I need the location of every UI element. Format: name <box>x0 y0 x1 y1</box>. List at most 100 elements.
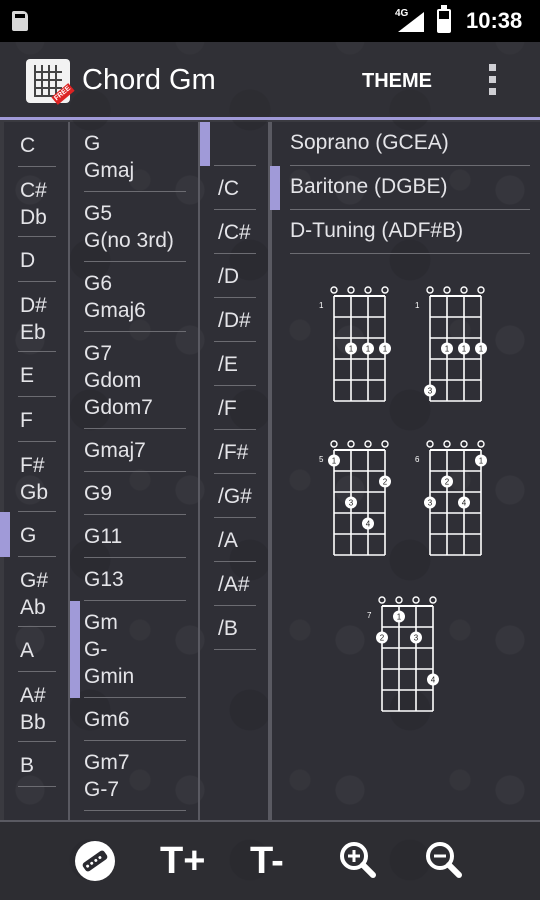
root-note-item[interactable]: C <box>4 122 68 167</box>
root-note-list[interactable]: C C# Db D D# Eb E F F# Gb G G# Ab A A# Bb B <box>0 122 70 820</box>
chord-type-item[interactable]: Gm7 G-7 <box>70 741 198 811</box>
root-note-item[interactable]: F <box>4 397 68 442</box>
finger-number: 4 <box>462 499 467 508</box>
root-note-item[interactable]: D# Eb <box>4 282 68 352</box>
bass-note-label: /E <box>218 352 238 376</box>
root-note-item[interactable]: B <box>4 742 68 787</box>
finger-number: 3 <box>428 499 433 508</box>
selection-indicator <box>200 122 210 166</box>
tuning-item[interactable]: Soprano (GCEA) <box>272 122 540 166</box>
bass-note-item[interactable]: /A# <box>200 562 268 606</box>
bass-note-item[interactable]: /A <box>200 518 268 562</box>
finger-dot: 1 <box>475 454 487 467</box>
tuning-item[interactable]: D-Tuning (ADF#B) <box>272 210 540 254</box>
status-bar: 4G 10:38 <box>0 0 540 42</box>
chord-type-item[interactable]: Gm6 <box>70 698 198 741</box>
chord-type-item[interactable]: Gm G- Gmin <box>70 601 198 698</box>
fret-number: 6 <box>415 455 420 464</box>
root-note-item[interactable]: D <box>4 237 68 282</box>
zoom-in-icon <box>340 842 376 878</box>
selection-indicator <box>270 166 280 210</box>
bass-note-item[interactable] <box>200 122 268 166</box>
bass-note-item[interactable]: /B <box>200 606 268 650</box>
finger-dot: 3 <box>424 384 436 397</box>
root-note-label: D# Eb <box>20 294 47 344</box>
chord-type-item[interactable]: G11 <box>70 515 198 558</box>
status-time: 10:38 <box>466 8 523 33</box>
bass-note-item[interactable]: /F <box>200 386 268 430</box>
root-note-label: D <box>20 249 36 272</box>
bass-note-label: /A <box>218 528 238 552</box>
finger-dot: 2 <box>376 631 388 644</box>
root-note-item[interactable]: A <box>4 627 68 672</box>
chord-type-label: G11 <box>84 525 123 548</box>
selection-indicator <box>70 601 80 698</box>
text-size-increase-button[interactable]: T+ <box>160 838 210 884</box>
finger-dot: 2 <box>379 475 391 488</box>
tuning-item[interactable]: Baritone (DGBE) <box>272 166 540 210</box>
finger-dot: 1 <box>458 342 470 355</box>
root-note-item[interactable]: A# Bb <box>4 672 68 742</box>
finger-dot: 3 <box>424 496 436 509</box>
bottom-toolbar: T+ T- <box>0 820 540 900</box>
root-note-item[interactable]: C# Db <box>4 167 68 237</box>
zoom-out-button[interactable] <box>424 838 464 884</box>
chord-diagram: 7 1 2 3 4 <box>364 594 444 712</box>
finger-number: 1 <box>383 345 388 354</box>
bass-note-item[interactable]: /D# <box>200 298 268 342</box>
app-bar: FREE Chord Gm THEME <box>0 42 540 120</box>
chord-type-label: Gmaj7 <box>84 439 146 462</box>
theme-button[interactable]: THEME <box>362 70 432 93</box>
divider <box>84 810 186 811</box>
chord-type-item[interactable]: G13 <box>70 558 198 601</box>
chord-type-label: Gm7 G-7 <box>84 751 130 801</box>
fret-number: 7 <box>367 611 372 620</box>
bass-note-item[interactable]: /F# <box>200 430 268 474</box>
root-note-item[interactable]: F# Gb <box>4 442 68 512</box>
chord-type-item[interactable]: G7 Gdom Gdom7 <box>70 332 198 429</box>
finger-dot: 1 <box>393 610 405 623</box>
root-note-label: F <box>20 409 33 432</box>
root-note-item[interactable]: G# Ab <box>4 557 68 627</box>
finger-dot: 1 <box>345 342 357 355</box>
chord-type-label: G13 <box>84 568 124 591</box>
bass-note-item[interactable]: /D <box>200 254 268 298</box>
chord-diagram: 1 1 1 1 3 <box>412 284 492 402</box>
finger-number: 1 <box>445 345 450 354</box>
zoom-in-button[interactable] <box>338 838 378 884</box>
root-note-label: E <box>20 364 35 387</box>
chord-type-item[interactable]: Gmaj7 <box>70 429 198 472</box>
fretboard: 1 1 1 1 3 <box>415 286 487 402</box>
chord-type-list[interactable]: G Gmaj G5 G(no 3rd) G6 Gmaj6 G7 Gdom Gdom7 G… <box>70 122 200 820</box>
chord-type-item[interactable]: G9 <box>70 472 198 515</box>
root-note-item[interactable]: E <box>4 352 68 397</box>
chord-type-label: G5 G(no 3rd) <box>84 202 174 252</box>
overflow-menu-icon[interactable] <box>482 64 502 100</box>
chord-type-item[interactable]: G6 Gmaj6 <box>70 262 198 332</box>
finger-number: 3 <box>428 387 433 396</box>
bass-note-label: /F <box>218 396 237 420</box>
root-note-item[interactable]: G <box>4 512 68 557</box>
chord-type-label: Gm G- Gmin <box>84 611 135 688</box>
chord-type-item[interactable]: G5 G(no 3rd) <box>70 192 198 262</box>
bass-note-item[interactable]: /C <box>200 166 268 210</box>
bass-note-label: /C# <box>218 220 251 244</box>
instrument-button[interactable] <box>72 838 118 884</box>
finger-number: 1 <box>462 345 467 354</box>
fretboard: 1 1 1 1 <box>319 286 391 402</box>
finger-number: 4 <box>366 520 371 529</box>
bass-note-item[interactable]: /C# <box>200 210 268 254</box>
bass-note-label: /G# <box>218 484 252 508</box>
bass-note-label: /C <box>218 176 239 200</box>
divider <box>290 253 530 254</box>
bass-note-item[interactable]: /G# <box>200 474 268 518</box>
bass-note-list[interactable]: /C/C# /D/D# /E/F/F# /G# /A/A# /B <box>200 122 270 820</box>
finger-number: 1 <box>332 457 337 466</box>
finger-number: 2 <box>380 634 385 643</box>
bass-note-item[interactable]: /E <box>200 342 268 386</box>
text-size-decrease-button[interactable]: T- <box>250 838 300 884</box>
finger-number: 1 <box>479 457 484 466</box>
finger-number: 2 <box>383 478 388 487</box>
chord-type-item[interactable]: G Gmaj <box>70 122 198 192</box>
finger-number: 1 <box>349 345 354 354</box>
